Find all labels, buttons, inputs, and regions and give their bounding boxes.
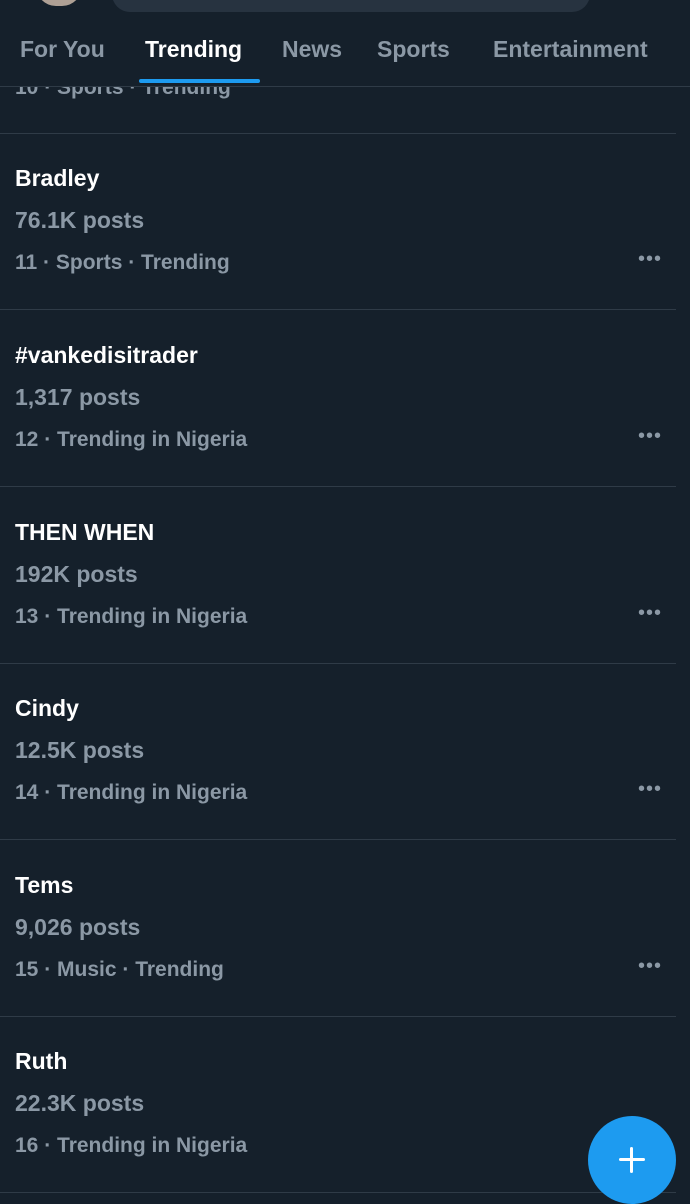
trend-item[interactable]: Bradley 76.1K posts 11 · Sports · Trendi… <box>0 133 676 310</box>
compose-button[interactable] <box>588 1116 676 1204</box>
trend-item[interactable]: Tems 9,026 posts 15 · Music · Trending •… <box>0 840 676 1017</box>
more-options-icon[interactable]: ••• <box>638 425 662 448</box>
tab-news[interactable]: News <box>282 36 342 63</box>
tab-entertainment[interactable]: Entertainment <box>493 36 648 63</box>
tab-sports[interactable]: Sports <box>377 36 450 63</box>
trend-item[interactable]: Cindy 12.5K posts 14 · Trending in Niger… <box>0 663 676 840</box>
trend-item[interactable]: THEN WHEN 192K posts 13 · Trending in Ni… <box>0 487 676 664</box>
trend-meta: 11 · Sports · Trending <box>15 251 230 274</box>
more-options-icon[interactable]: ••• <box>638 955 662 978</box>
trend-meta: 13 · Trending in Nigeria <box>15 605 248 628</box>
trend-title: Bradley <box>15 165 100 191</box>
trend-post-count: 9,026 posts <box>15 914 141 940</box>
trend-title: Cindy <box>15 695 79 721</box>
more-options-icon[interactable]: ••• <box>638 602 662 625</box>
trend-title: Ruth <box>15 1048 68 1074</box>
trend-meta: 16 · Trending in Nigeria <box>15 1134 248 1157</box>
active-tab-indicator <box>139 79 260 83</box>
trend-post-count: 1,317 posts <box>15 384 141 410</box>
trend-title: Tems <box>15 872 74 898</box>
trend-post-count: 12.5K posts <box>15 737 145 763</box>
tab-for-you[interactable]: For You <box>20 36 105 63</box>
explore-tabs: For You Trending News Sports Entertainme… <box>0 30 690 86</box>
trend-title: #vankedisitrader <box>15 342 198 368</box>
trend-meta: 14 · Trending in Nigeria <box>15 781 248 804</box>
trend-item[interactable]: #vankedisitrader 1,317 posts 12 · Trendi… <box>0 310 676 487</box>
trend-meta: 12 · Trending in Nigeria <box>15 428 248 451</box>
search-input[interactable] <box>112 0 590 12</box>
top-bar: For You Trending News Sports Entertainme… <box>0 0 690 87</box>
tab-trending[interactable]: Trending <box>145 36 242 63</box>
more-options-icon[interactable]: ••• <box>638 248 662 271</box>
trend-item[interactable]: Ruth 22.3K posts 16 · Trending in Nigeri… <box>0 1016 676 1193</box>
trend-post-count: 22.3K posts <box>15 1090 145 1116</box>
trend-post-count: 76.1K posts <box>15 207 145 233</box>
trend-post-count: 192K posts <box>15 561 138 587</box>
trend-title: THEN WHEN <box>15 519 155 545</box>
more-options-icon[interactable]: ••• <box>638 778 662 801</box>
avatar[interactable] <box>36 0 82 6</box>
trend-meta: 15 · Music · Trending <box>15 958 224 981</box>
